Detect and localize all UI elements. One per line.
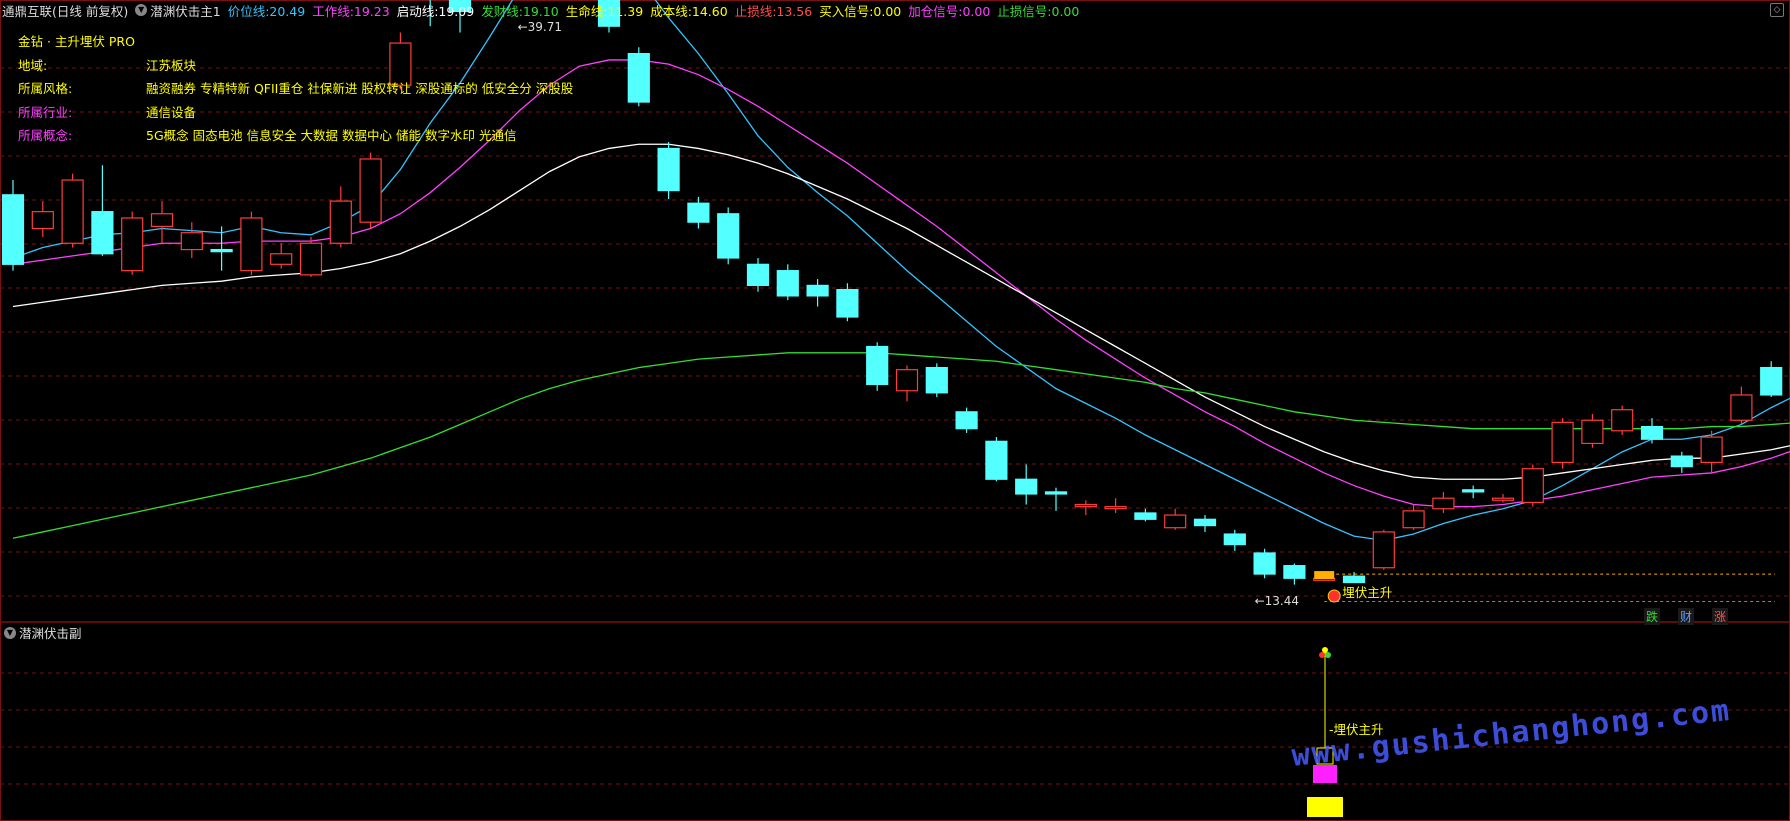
candle-body — [150, 213, 174, 227]
candle-body — [836, 289, 859, 318]
candle-body — [1551, 421, 1574, 463]
candle-body — [1342, 575, 1366, 584]
candle-body — [1581, 419, 1604, 445]
candle-body — [1521, 468, 1544, 504]
metric-6: 止损线:13.56 — [734, 3, 813, 19]
candle-body — [1432, 497, 1455, 510]
candle-body — [329, 200, 352, 244]
candle-body — [925, 366, 948, 394]
candle-body — [1, 194, 25, 265]
candle-body — [1164, 514, 1187, 529]
candle-body — [1074, 503, 1097, 508]
candle-body — [270, 253, 293, 265]
candle-body — [1611, 409, 1634, 432]
candle-body — [717, 213, 740, 259]
candle-body — [687, 202, 710, 223]
candle-body — [1044, 491, 1068, 495]
candle-body — [657, 147, 680, 192]
candle-body — [1760, 366, 1783, 396]
chevron-down-icon[interactable]: ▼ — [135, 4, 148, 16]
signal-label: 埋伏主升 — [1342, 585, 1392, 600]
restore-icon[interactable]: ◇ — [1770, 3, 1784, 17]
metric-9: 止损信号:0.00 — [997, 3, 1080, 19]
candle-body — [91, 211, 114, 255]
info-label: 所属风格: — [18, 81, 73, 96]
metric-0: 价位线:20.49 — [227, 3, 306, 19]
candle-body — [746, 263, 770, 286]
top-bar: 通鼎互联(日线 前复权) ▼ 潜渊伏击主1 价位线:20.49 工作线:19.23… — [2, 1, 1093, 19]
sub-panel-name: 潜渊伏击副 — [19, 626, 82, 641]
candle-body — [61, 179, 84, 244]
candle-body — [210, 248, 233, 253]
info-value: 江苏板块 — [146, 57, 197, 73]
candle-body — [1104, 506, 1127, 510]
bottom-tags: 跌财涨 — [1644, 608, 1729, 625]
candle-body — [1402, 510, 1425, 529]
sub-dot-red — [1319, 652, 1325, 658]
info-value: 5G概念 固态电池 信息安全 大数据 数据中心 储能 数字水印 光通信 — [146, 128, 517, 143]
metric-1: 工作线:19.23 — [312, 3, 390, 19]
candle-body — [895, 369, 919, 392]
info-label: 金钻 · 主升埋伏 PRO — [18, 34, 135, 49]
sub-dot-green — [1325, 652, 1331, 658]
candle-body — [359, 158, 382, 223]
cost-marker — [1314, 571, 1335, 580]
candle-body — [1670, 455, 1693, 468]
candle-body — [31, 211, 54, 230]
bottom-tag-2[interactable]: 涨 — [1712, 608, 1729, 625]
candle-body — [1491, 497, 1515, 501]
candle-body — [985, 440, 1008, 480]
chevron-down-icon[interactable]: ▼ — [4, 626, 16, 639]
high-price-label: ←39.71 — [518, 20, 562, 34]
info-label: 所属概念: — [18, 128, 73, 143]
sub-panel-title[interactable]: ▼ 潜渊伏击副 — [4, 623, 82, 642]
candle-body — [1134, 512, 1157, 520]
candle-body — [180, 232, 203, 251]
bottom-tag-1[interactable]: 财 — [1678, 608, 1695, 625]
sub-dot-yellow — [1322, 647, 1328, 653]
metric-7: 买入信号:0.00 — [819, 3, 902, 19]
candle-body — [1640, 425, 1664, 440]
signal-dot-icon — [1327, 589, 1341, 603]
info-value: 融资融券 专精特新 QFII重仓 社保新进 股权转让 深股通标的 低安全分 深股… — [146, 81, 574, 96]
app-title[interactable]: 通鼎互联(日线 前复权) — [2, 1, 128, 20]
low-price-label: ←13.44 — [1255, 594, 1299, 608]
candle-body — [299, 242, 323, 276]
candle-body — [1730, 394, 1753, 421]
metric-5: 成本线:14.60 — [650, 3, 728, 19]
candle-body — [1253, 552, 1276, 575]
candle-body — [806, 284, 829, 297]
info-label: 地域: — [18, 57, 48, 73]
indicator-name[interactable]: 潜渊伏击主1 — [150, 1, 220, 20]
candle-body — [1372, 531, 1395, 569]
candle-body — [1700, 436, 1723, 463]
candle-body — [1462, 489, 1485, 493]
candle-body — [1283, 565, 1306, 579]
candle-body — [776, 270, 799, 297]
candle-body — [121, 217, 144, 272]
candle-body — [1015, 478, 1038, 495]
metric-3: 发财线:19.10 — [481, 3, 559, 19]
candle-body — [627, 53, 650, 103]
metrics-row: 价位线:20.49 工作线:19.23 启动线:19.09 发财线:19.10 生命线:… — [228, 1, 1087, 20]
main-chart[interactable]: ←39.71←13.44埋伏主升-埋伏主升 — [0, 0, 1790, 821]
candle-body — [240, 217, 263, 272]
candle-body — [1223, 533, 1246, 546]
candle-body — [1193, 518, 1217, 527]
info-value: 通信设备 — [146, 104, 197, 120]
candle-body — [866, 345, 889, 386]
metric-4: 生命线:11.39 — [565, 3, 644, 19]
candle-body — [955, 411, 978, 430]
bottom-tag-0[interactable]: 跌 — [1644, 608, 1661, 625]
metric-2: 启动线:19.09 — [396, 3, 475, 19]
sub-bar-yellow — [1307, 797, 1343, 817]
info-label: 所属行业: — [18, 104, 73, 120]
metric-8: 加仓信号:0.00 — [908, 3, 991, 19]
